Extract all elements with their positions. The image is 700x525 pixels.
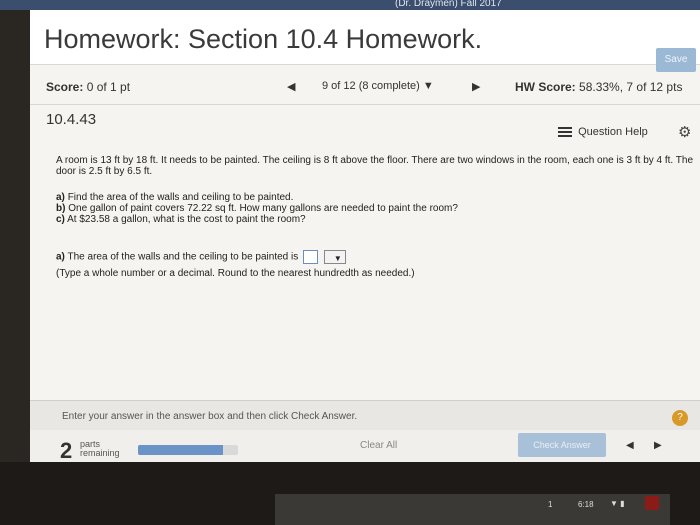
score-label: Score: [46,80,84,94]
list-icon [558,127,572,138]
part-a-text: Find the area of the walls and ceiling t… [67,192,294,203]
answer-input[interactable] [303,250,318,264]
hw-score: HW Score: 58.33%, 7 of 12 pts [515,80,682,94]
browser-tab-strip: (Dr. Draymen) Fall 2017 [0,0,700,10]
question-nav-text: 9 of 12 (8 complete) [322,80,420,92]
help-icon[interactable]: ? [672,410,688,426]
instruction-text: Enter your answer in the answer box and … [62,411,358,422]
answer-hint: (Type a whole number or a decimal. Round… [56,267,415,279]
gear-icon[interactable]: ⚙ [678,123,691,141]
part-a: a) Find the area of the walls and ceilin… [56,192,576,203]
question-help-button[interactable]: Question Help [558,126,648,138]
part-b-text: One gallon of paint covers 72.22 sq ft. … [68,203,458,214]
part-a-tag: a) [56,192,65,203]
check-answer-button[interactable]: Check Answer [518,433,606,457]
answer-prompt: The area of the walls and the ceiling to… [67,251,299,263]
tray-time: 6:18 [578,500,594,509]
next-icon[interactable]: ▶ [654,440,662,451]
part-b: b) One gallon of paint covers 72.22 sq f… [56,203,576,214]
score-row: Score: 0 of 1 pt ◀ 9 of 12 (8 complete) … [30,72,700,102]
question-number: 10.4.43 [46,111,97,128]
parts-label: parts remaining [80,440,120,458]
chevron-down-icon: ▼ [422,80,434,92]
answer-tag: a) [56,251,65,263]
prev-icon[interactable]: ◀ [626,440,634,451]
question-nav-dropdown[interactable]: 9 of 12 (8 complete) ▼ [322,80,434,92]
save-button[interactable]: Save [656,48,696,72]
homework-screen: Homework: Section 10.4 Homework. Save Sc… [30,10,700,463]
question-help-label: Question Help [578,126,648,138]
hw-score-value: 58.33%, 7 of 12 pts [579,80,683,94]
score-value: 0 of 1 pt [86,80,131,94]
tray-number: 1 [548,500,553,509]
problem-text: A room is 13 ft by 18 ft. It needs to be… [56,155,694,177]
parts-progress-bar [138,445,238,455]
tray-icons: ▼ ▮ [610,499,625,508]
taskbar: 1 6:18 ▼ ▮ [0,462,700,525]
tray-app-icon[interactable] [645,496,659,510]
bottom-bar: 2 parts remaining Clear All Check Answer… [30,430,700,463]
parts-progress-fill [138,445,223,455]
unit-dropdown[interactable]: ▼ [323,250,346,264]
instruction-bar: Enter your answer in the answer box and … [30,400,700,431]
part-b-tag: b) [56,203,66,214]
hw-score-label: HW Score: [515,80,576,94]
answer-line: a) The area of the walls and the ceiling… [56,250,576,265]
chevron-down-icon: ▼ [333,254,342,263]
clear-all-button[interactable]: Clear All [360,440,397,451]
part-c-tag: c) [56,214,65,225]
parts-label-line2: remaining [80,448,120,458]
prev-question-icon[interactable]: ◀ [287,80,295,93]
part-c-text: At $23.58 a gallon, what is the cost to … [67,214,306,225]
next-question-icon[interactable]: ▶ [472,80,480,93]
answer-area: a) The area of the walls and the ceiling… [56,250,576,279]
header-bar: Homework: Section 10.4 Homework. Save [30,10,700,72]
question-parts: a) Find the area of the walls and ceilin… [56,192,576,225]
question-header: 10.4.43 Question Help ⚙ [30,104,700,149]
page-title: Homework: Section 10.4 Homework. [44,24,483,54]
score: Score: 0 of 1 pt [46,80,130,94]
part-c: c) At $23.58 a gallon, what is the cost … [56,214,576,225]
parts-count: 2 [60,438,73,463]
browser-tab-title: (Dr. Draymen) Fall 2017 [395,0,502,9]
